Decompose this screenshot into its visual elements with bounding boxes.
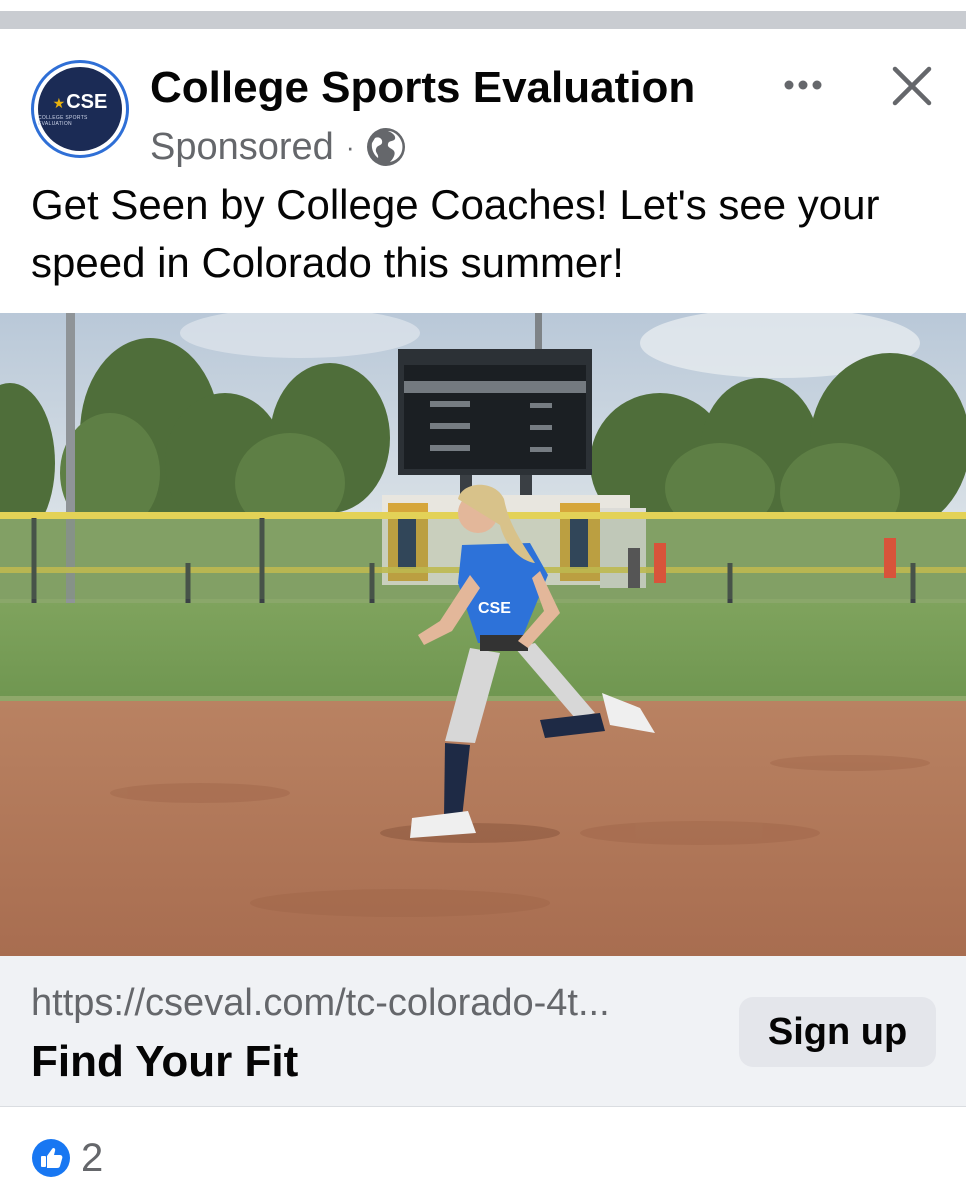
page-name-link[interactable]: College Sports Evaluation bbox=[150, 62, 695, 114]
star-icon: ★ bbox=[52, 94, 66, 111]
post-meta: Sponsored · bbox=[150, 122, 406, 172]
like-icon bbox=[32, 1139, 70, 1177]
sign-up-button[interactable]: Sign up bbox=[739, 997, 936, 1067]
ad-image[interactable]: CSE bbox=[0, 313, 966, 956]
feed-divider bbox=[0, 11, 966, 29]
post-text: Get Seen by College Coaches! Let's see y… bbox=[31, 181, 880, 286]
avatar-logo-badge: ★CSE COLLEGE SPORTS EVALUATION bbox=[38, 67, 122, 151]
page-avatar[interactable]: ★CSE COLLEGE SPORTS EVALUATION bbox=[31, 60, 129, 158]
meta-separator: · bbox=[345, 131, 355, 162]
svg-text:CSE: CSE bbox=[478, 600, 511, 617]
link-url[interactable]: https://cseval.com/tc-colorado-4t... bbox=[31, 980, 711, 1026]
globe-icon[interactable] bbox=[366, 127, 406, 167]
avatar-logo-text: CSE bbox=[66, 90, 108, 113]
reaction-summary[interactable]: 2 bbox=[31, 1135, 103, 1181]
close-icon[interactable] bbox=[890, 64, 934, 108]
reaction-count: 2 bbox=[81, 1135, 104, 1180]
more-options-icon[interactable] bbox=[780, 70, 826, 100]
link-title[interactable]: Find Your Fit bbox=[31, 1036, 298, 1088]
avatar-logo-subtext: COLLEGE SPORTS EVALUATION bbox=[38, 114, 88, 127]
softball-field-photo: CSE bbox=[0, 313, 966, 956]
sponsored-label[interactable]: Sponsored bbox=[150, 126, 334, 169]
